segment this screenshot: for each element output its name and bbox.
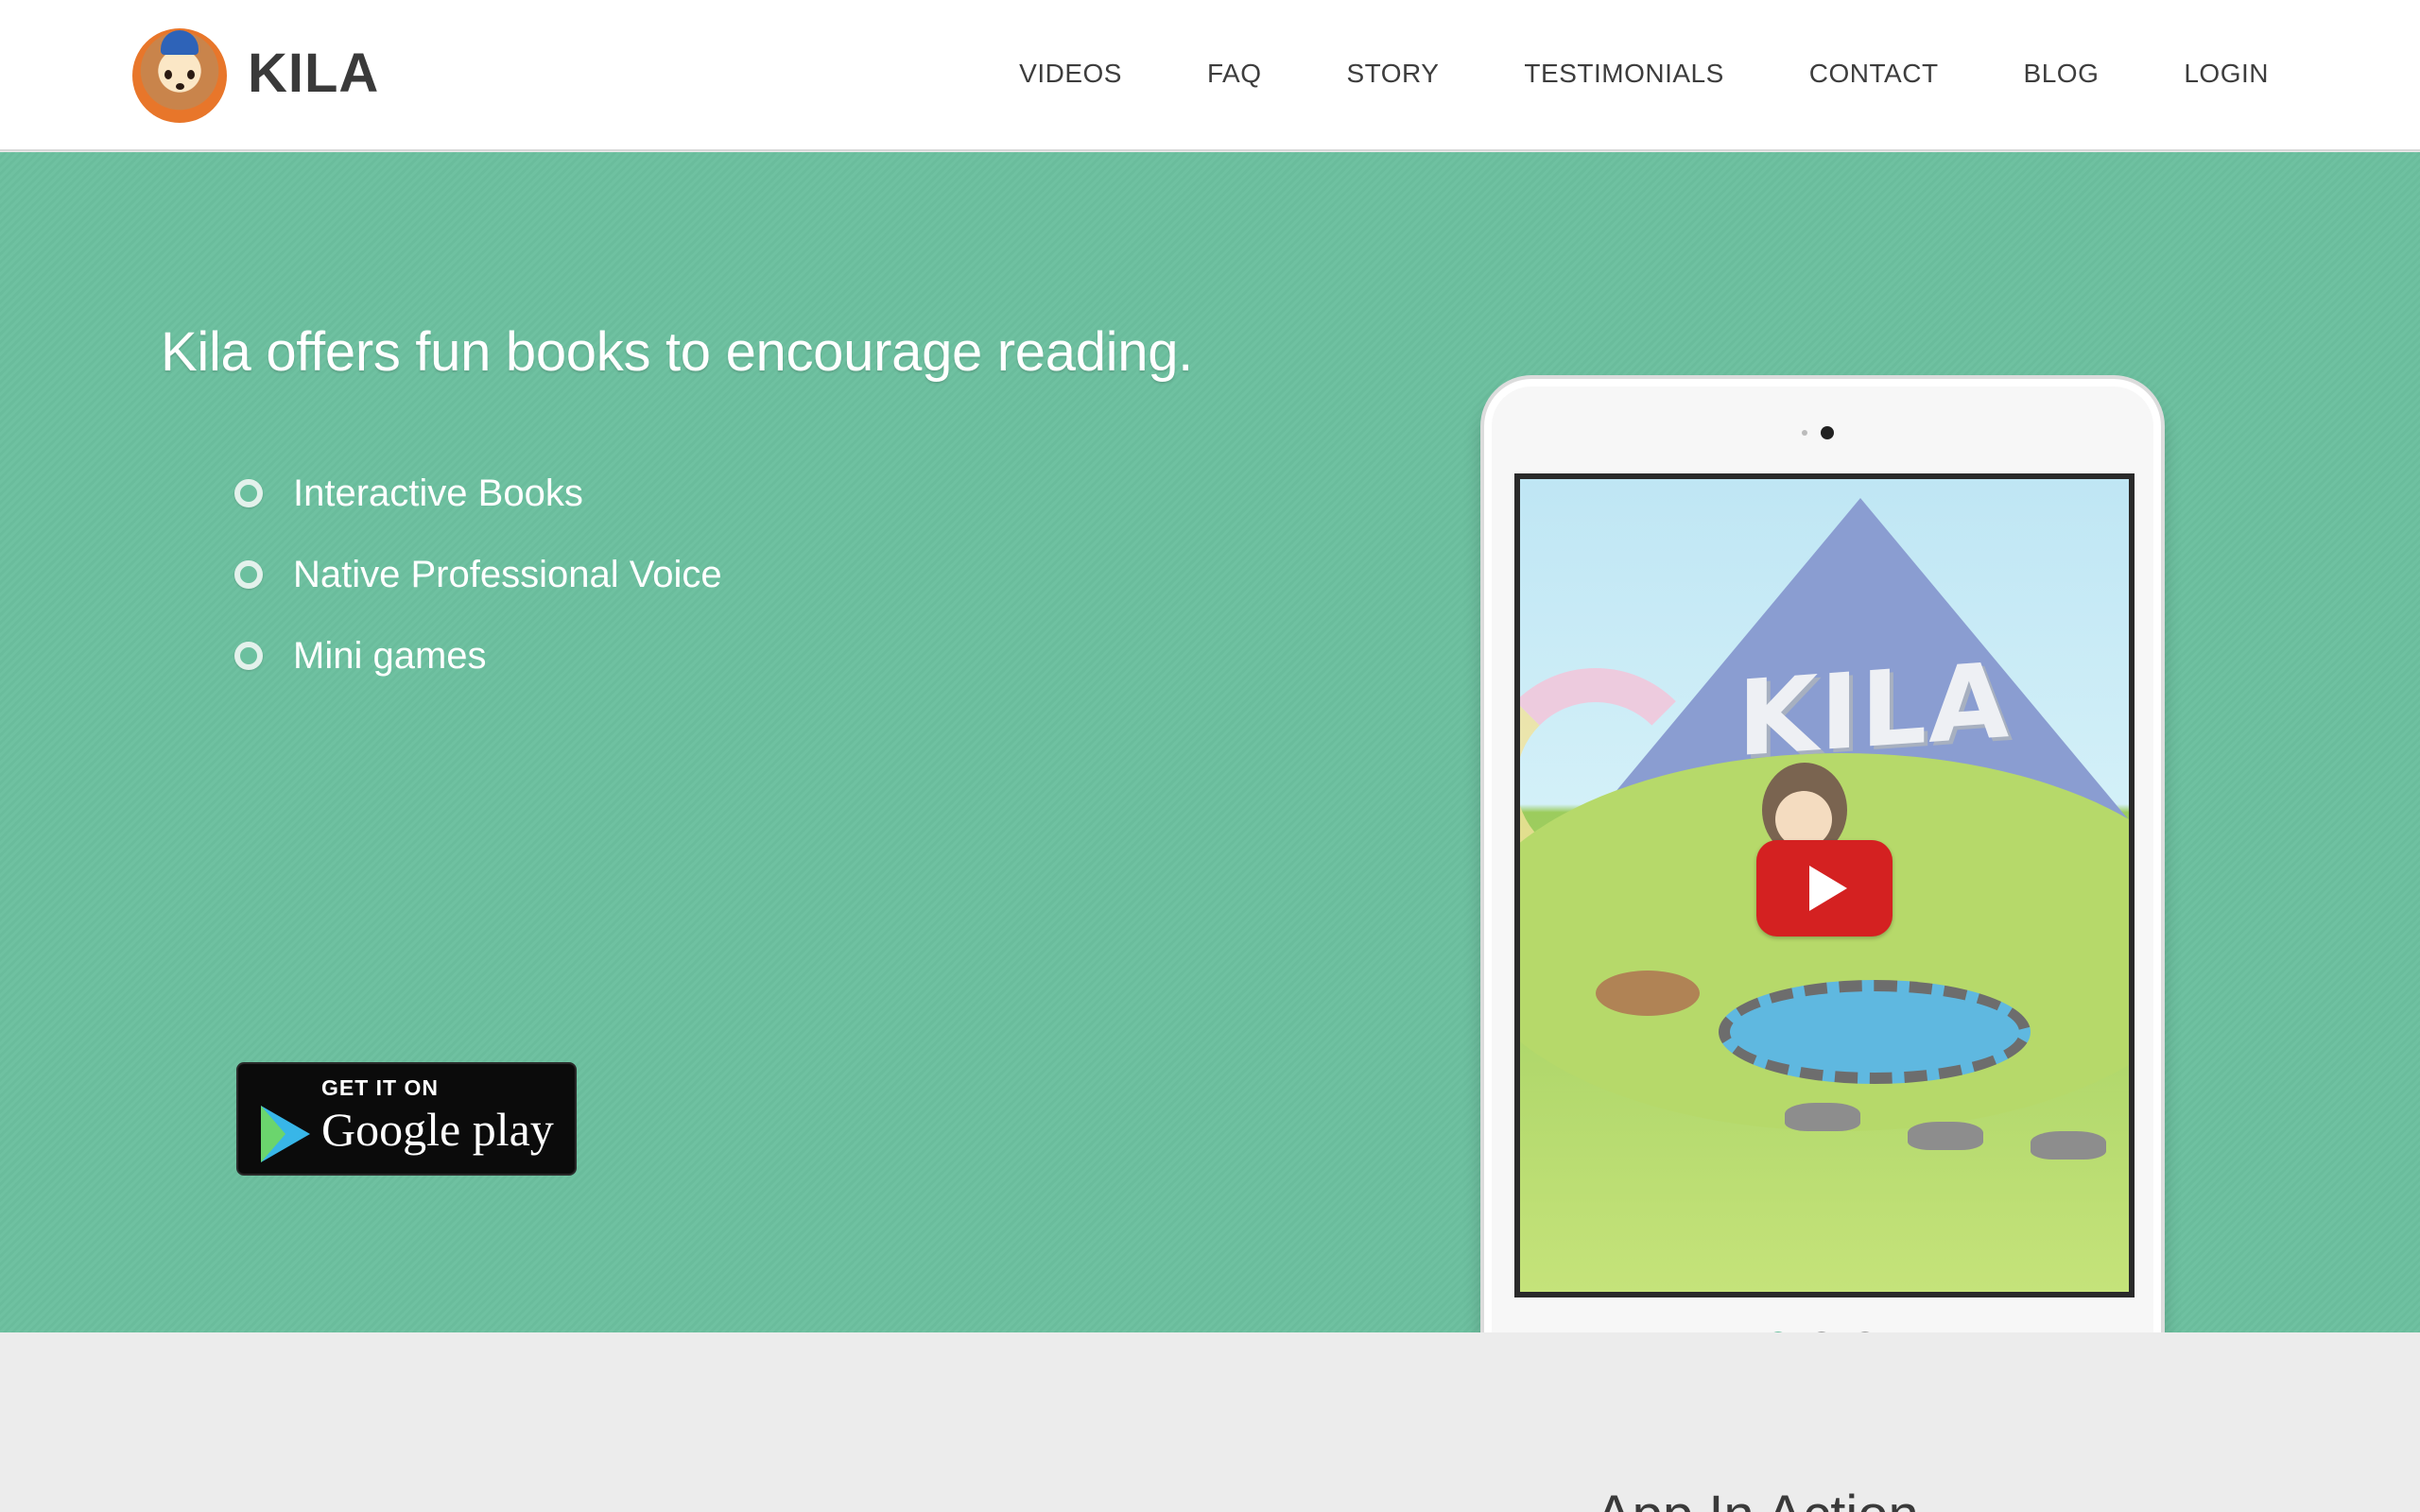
scene-rock bbox=[1908, 1122, 1983, 1150]
logo-eye bbox=[187, 70, 195, 79]
nav-story[interactable]: STORY bbox=[1346, 59, 1439, 89]
nav-blog[interactable]: BLOG bbox=[2024, 59, 2100, 89]
nav-testimonials[interactable]: TESTIMONIALS bbox=[1524, 59, 1723, 89]
google-play-small-text: GET IT ON bbox=[321, 1075, 439, 1100]
feature-list: Interactive Books Native Professional Vo… bbox=[234, 453, 722, 696]
nav-login[interactable]: LOGIN bbox=[2184, 59, 2269, 89]
logo-hedgehog-icon[interactable] bbox=[132, 28, 227, 123]
google-play-badge[interactable]: GET IT ON Google play bbox=[236, 1062, 577, 1176]
logo-nose bbox=[176, 83, 184, 90]
tablet-camera bbox=[1821, 426, 1834, 439]
feature-item: Mini games bbox=[234, 615, 722, 696]
scene-pond bbox=[1719, 980, 2031, 1084]
logo-hat bbox=[161, 30, 199, 55]
scene-kila-sign: KILA bbox=[1737, 639, 2012, 781]
feature-label: Interactive Books bbox=[293, 472, 583, 514]
youtube-play-icon bbox=[1809, 866, 1847, 911]
video-screen[interactable]: KILA bbox=[1514, 473, 2135, 1297]
tablet-mockup: KILA bbox=[1480, 375, 2165, 1394]
google-play-icon-accent bbox=[261, 1106, 285, 1162]
brand-name[interactable]: KILA bbox=[248, 42, 379, 105]
circle-bullet-icon bbox=[234, 479, 263, 507]
logo-eye bbox=[164, 70, 172, 79]
site-header: KILA VIDEOS FAQ STORY TESTIMONIALS CONTA… bbox=[0, 0, 2420, 151]
nav-contact[interactable]: CONTACT bbox=[1809, 59, 1939, 89]
youtube-play-button[interactable] bbox=[1756, 840, 1893, 936]
scene-hedgehog-face bbox=[1775, 791, 1832, 848]
hero-section: Kila offers fun books to encourage readi… bbox=[0, 152, 2420, 1394]
nav-faq[interactable]: FAQ bbox=[1207, 59, 1262, 89]
circle-bullet-icon bbox=[234, 642, 263, 670]
hero-title: Kila offers fun books to encourage readi… bbox=[161, 321, 1193, 383]
nav-videos[interactable]: VIDEOS bbox=[1019, 59, 1122, 89]
section-title: App In Action bbox=[1596, 1484, 1919, 1512]
feature-label: Native Professional Voice bbox=[293, 553, 722, 595]
circle-bullet-icon bbox=[234, 560, 263, 589]
google-play-big-text: Google play bbox=[321, 1103, 554, 1156]
feature-label: Mini games bbox=[293, 634, 487, 677]
feature-item: Interactive Books bbox=[234, 453, 722, 534]
app-in-action-section: App In Action bbox=[0, 1332, 2420, 1512]
main-nav: VIDEOS FAQ STORY TESTIMONIALS CONTACT BL… bbox=[934, 59, 2269, 89]
scene-stump bbox=[1596, 971, 1700, 1016]
tablet-sensor bbox=[1802, 430, 1807, 436]
scene-rock bbox=[2031, 1131, 2106, 1160]
feature-item: Native Professional Voice bbox=[234, 534, 722, 615]
scene-rock bbox=[1785, 1103, 1860, 1131]
